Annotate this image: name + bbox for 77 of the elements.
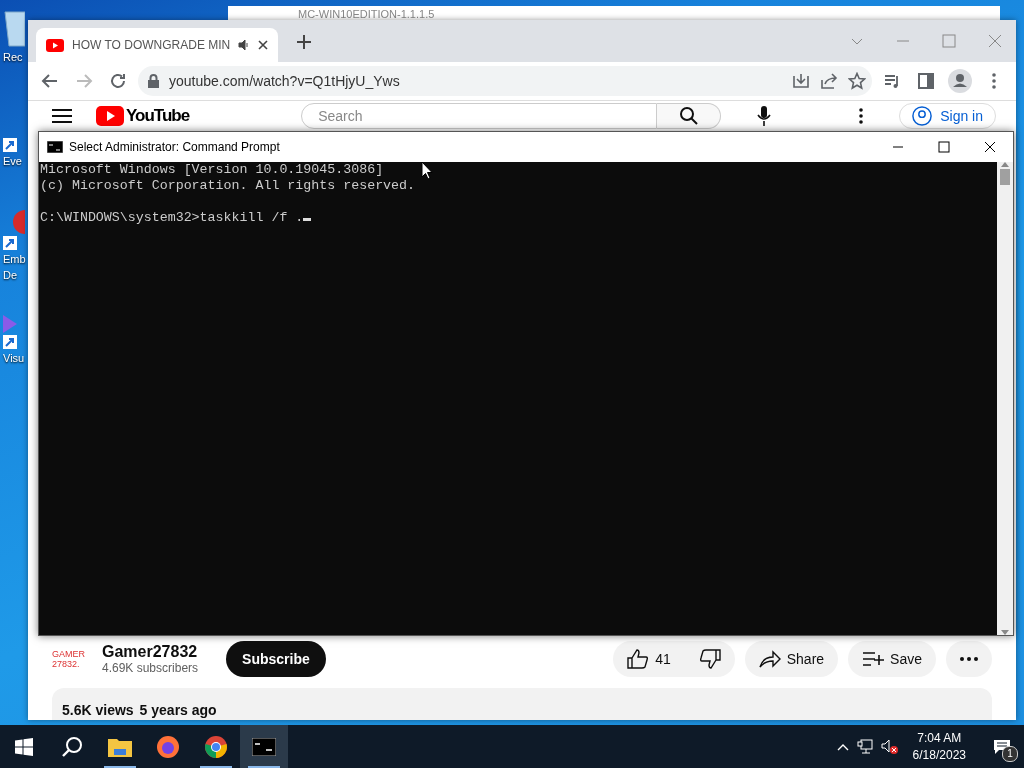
window-title: MC-WIN10EDITION-1.1.1.5: [298, 8, 435, 22]
sign-in-button[interactable]: Sign in: [899, 103, 996, 129]
channel-avatar[interactable]: GAMER 27832.: [52, 649, 92, 669]
back-arrow-icon: [41, 72, 59, 90]
microphone-icon[interactable]: [757, 105, 772, 127]
logo-text[interactable]: YouTube: [126, 106, 190, 126]
folder-icon: [108, 736, 132, 757]
avatar-icon: [948, 69, 972, 93]
maximize-icon: [938, 141, 950, 153]
install-icon[interactable]: [792, 72, 810, 90]
speaker-icon: [238, 39, 251, 51]
text-cursor-icon: [303, 218, 312, 221]
desktop-icon-label[interactable]: Visu: [3, 351, 25, 365]
media-icon: [883, 72, 901, 90]
chrome-icon: [204, 734, 228, 759]
firefox-icon: [156, 734, 180, 759]
recycle-bin-icon: [3, 8, 25, 48]
menu-icon: [992, 73, 996, 89]
console-line: (c) Microsoft Corporation. All rights reserved.: [40, 178, 416, 194]
close-icon: [984, 141, 996, 153]
shortcut-icon: [3, 335, 17, 349]
profile-button[interactable]: [946, 67, 974, 95]
side-panel-icon: [918, 73, 934, 89]
forward-arrow-icon: [75, 72, 93, 90]
user-icon: [912, 106, 933, 126]
menu-icon[interactable]: [52, 108, 72, 124]
desktop-icon-label[interactable]: De: [3, 268, 18, 282]
shortcut-icon: [3, 138, 17, 152]
reload-icon: [109, 72, 127, 90]
terminal-icon: [47, 141, 63, 153]
search-icon: [678, 106, 699, 126]
chevron-up-icon[interactable]: [836, 742, 849, 751]
window-title: Select Administrator: Command Prompt: [69, 140, 280, 154]
star-icon[interactable]: [848, 72, 866, 90]
channel-name[interactable]: Gamer27832: [102, 643, 199, 661]
search-icon: [61, 735, 83, 758]
console-line: Microsoft Windows [Version 10.0.19045.3086]: [40, 162, 384, 178]
shortcut-icon: [3, 236, 17, 250]
more-icon: [960, 657, 978, 661]
desktop-icon-label[interactable]: Emb: [3, 252, 26, 266]
subscriber-count: 4.69K subscribers: [102, 661, 199, 675]
thumbs-down-icon: [698, 649, 721, 669]
subscribe-button[interactable]: Subscribe: [226, 641, 326, 677]
network-icon[interactable]: [856, 738, 873, 755]
taskbar-app-button[interactable]: [240, 725, 288, 768]
desktop-icon-label[interactable]: Rec: [3, 50, 23, 64]
scrollbar[interactable]: [997, 162, 1013, 635]
app-icon: [3, 315, 17, 333]
share-arrow-icon: [758, 650, 781, 668]
scroll-down-icon[interactable]: [1001, 630, 1009, 635]
search-button[interactable]: [657, 103, 722, 129]
share-icon[interactable]: [820, 72, 838, 90]
play-logo-icon[interactable]: [96, 106, 124, 126]
video-play-icon: [46, 38, 64, 52]
more-icon[interactable]: [859, 108, 864, 124]
save-button[interactable]: Save: [848, 641, 936, 677]
app-icon: [13, 210, 25, 234]
close-icon[interactable]: [258, 40, 269, 50]
clock-time[interactable]: 7:04 AM: [917, 729, 962, 747]
view-count: 5.6K views: [62, 702, 134, 718]
upload-age: 5 years ago: [139, 702, 217, 718]
more-button[interactable]: [946, 641, 992, 677]
terminal-icon: [252, 737, 276, 756]
share-button[interactable]: Share: [744, 641, 839, 677]
clock-date[interactable]: 6/18/2023: [912, 746, 966, 764]
console-prompt: C:\WINDOWS\system32>taskkill /f .: [40, 210, 304, 225]
notification-button[interactable]: 1: [980, 725, 1024, 768]
windows-logo-icon: [15, 737, 33, 756]
desktop-icon-label[interactable]: Eve: [3, 154, 22, 168]
speaker-muted-icon[interactable]: [880, 738, 899, 755]
browser-tab[interactable]: HOW TO DOWNGRADE MIN: [36, 28, 279, 62]
lock-icon: [148, 74, 159, 88]
address-bar[interactable]: youtube.com/watch?v=Q1tHjyU_Yws: [138, 66, 872, 96]
scroll-thumb[interactable]: [1000, 169, 1010, 185]
playlist-add-icon: [862, 651, 885, 667]
thumbs-up-icon: [627, 649, 650, 669]
description-box[interactable]: 5.6K views 5 years ago: [52, 688, 992, 720]
